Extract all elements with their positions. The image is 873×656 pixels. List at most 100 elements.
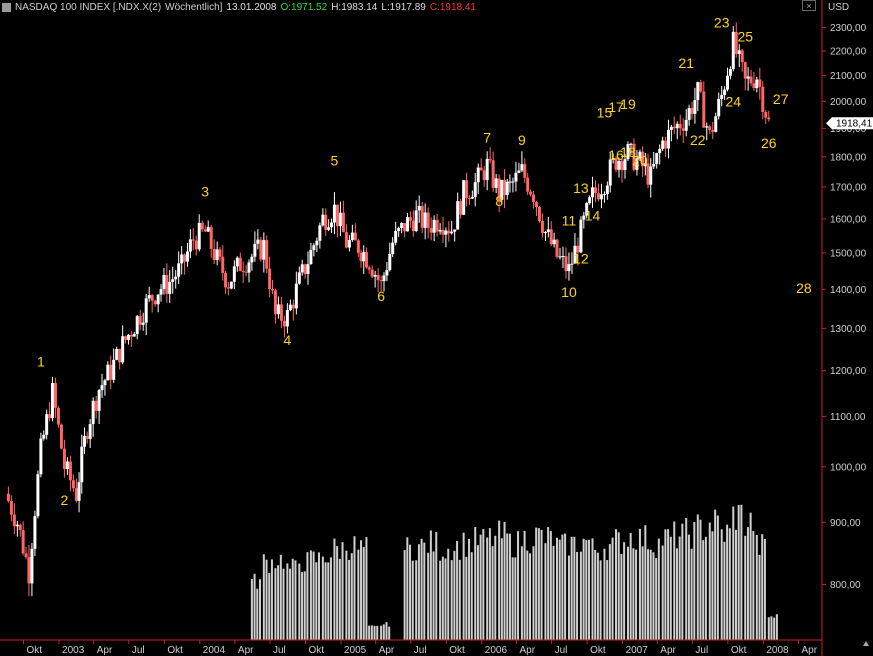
y-tick-label: 1200,00 bbox=[830, 366, 867, 377]
x-tick-label: Jul bbox=[695, 645, 708, 656]
volume-bar bbox=[537, 528, 540, 640]
volume-bar bbox=[432, 551, 435, 640]
wave-label: 20 bbox=[632, 153, 648, 169]
volume-bar bbox=[411, 560, 414, 640]
candle-body bbox=[661, 140, 665, 149]
volume-bar bbox=[465, 556, 468, 640]
candle-body bbox=[294, 283, 298, 309]
candle-body bbox=[194, 240, 198, 250]
candle-body bbox=[126, 334, 130, 340]
candle-body bbox=[300, 264, 304, 273]
volume-bar bbox=[655, 558, 658, 640]
y-tick-label: 1000,00 bbox=[830, 462, 867, 473]
volume-bar bbox=[289, 568, 292, 640]
candle-body bbox=[467, 198, 471, 200]
y-tick-label: 1400,00 bbox=[830, 285, 867, 296]
candle-body bbox=[531, 194, 535, 203]
candle-body bbox=[705, 126, 709, 128]
candle-body bbox=[649, 166, 653, 185]
volume-bar bbox=[669, 536, 672, 640]
candle-body bbox=[359, 252, 363, 262]
candle-body bbox=[408, 217, 412, 221]
candle-body bbox=[156, 294, 160, 305]
candle-body bbox=[494, 178, 498, 188]
candle-body bbox=[259, 239, 263, 260]
candle-body bbox=[91, 400, 95, 425]
volume-bar bbox=[338, 558, 341, 640]
candle-body bbox=[561, 256, 565, 258]
candle-body bbox=[306, 264, 310, 275]
close-window-button[interactable]: × bbox=[802, 0, 816, 11]
candle-body bbox=[118, 348, 122, 363]
volume-bar bbox=[599, 560, 602, 640]
candle-body bbox=[171, 279, 175, 282]
volume-bar bbox=[549, 531, 552, 640]
volume-bar bbox=[737, 504, 740, 640]
candle-body bbox=[678, 123, 682, 129]
period-label: Wöchentlich] bbox=[165, 1, 223, 13]
volume-bar bbox=[523, 530, 526, 640]
candle-body bbox=[746, 76, 750, 79]
volume-bar bbox=[312, 551, 315, 640]
candle-body bbox=[690, 108, 694, 114]
candle-body bbox=[332, 204, 336, 223]
volume-bar bbox=[591, 538, 594, 640]
x-tick-label: Apr bbox=[519, 645, 535, 656]
x-tick-label: 2007 bbox=[626, 645, 649, 656]
volume-bar bbox=[647, 549, 650, 640]
volume-bar bbox=[520, 546, 523, 640]
candle-body bbox=[558, 256, 562, 258]
candle-body bbox=[268, 268, 272, 290]
volume-bar bbox=[385, 622, 388, 640]
candle-body bbox=[367, 267, 371, 270]
candle-body bbox=[364, 252, 368, 268]
x-tick-label: Okt bbox=[27, 645, 43, 656]
candle-body bbox=[150, 295, 154, 301]
volume-bar bbox=[752, 530, 755, 640]
last-price-label: 1918,41 bbox=[836, 119, 873, 130]
volume-bar bbox=[685, 518, 688, 640]
volume-bar bbox=[632, 548, 635, 640]
candle-body bbox=[596, 193, 600, 200]
volume-bar bbox=[547, 527, 550, 640]
volume-bar bbox=[453, 550, 456, 640]
candle-body bbox=[453, 229, 457, 232]
candle-body bbox=[505, 181, 509, 195]
candle-body bbox=[717, 98, 721, 117]
volume-bar bbox=[556, 537, 559, 640]
volume-bar bbox=[638, 528, 641, 640]
volume-bar bbox=[620, 553, 623, 640]
candle-body bbox=[517, 170, 521, 173]
price-chart: 800,00 900,00 1000,00 1100,00 1200,00 1300,00… bbox=[0, 0, 873, 656]
x-tick-label: 2004 bbox=[203, 645, 226, 656]
candle-body bbox=[159, 289, 163, 295]
y-tick-label: 2300,00 bbox=[830, 23, 867, 34]
candle-body bbox=[36, 474, 40, 517]
volume-bar bbox=[303, 571, 306, 640]
wave-label: 24 bbox=[725, 94, 741, 110]
candle-body bbox=[441, 229, 445, 235]
volume-bar bbox=[498, 520, 501, 640]
volume-bar bbox=[744, 535, 747, 640]
candle-body bbox=[543, 232, 547, 234]
candle-body bbox=[482, 170, 486, 181]
volume-bar bbox=[767, 617, 770, 640]
volume-bar bbox=[608, 544, 611, 640]
volume-bar bbox=[441, 556, 444, 640]
candle-body bbox=[273, 290, 277, 315]
x-tick-label: Apr bbox=[238, 645, 254, 656]
candle-body bbox=[758, 79, 762, 87]
volume-bar bbox=[456, 540, 459, 640]
candle-body bbox=[338, 212, 342, 227]
candle-body bbox=[285, 310, 289, 327]
low-value: L:1917.89 bbox=[381, 1, 426, 13]
candle-body bbox=[752, 83, 756, 89]
wave-label: 25 bbox=[737, 29, 753, 45]
candle-body bbox=[115, 348, 119, 360]
candle-body bbox=[229, 281, 233, 289]
candle-body bbox=[347, 239, 351, 248]
volume-bar bbox=[353, 536, 356, 640]
volume-bar bbox=[427, 552, 430, 640]
volume-bar bbox=[641, 546, 644, 640]
volume-bar bbox=[382, 624, 385, 640]
